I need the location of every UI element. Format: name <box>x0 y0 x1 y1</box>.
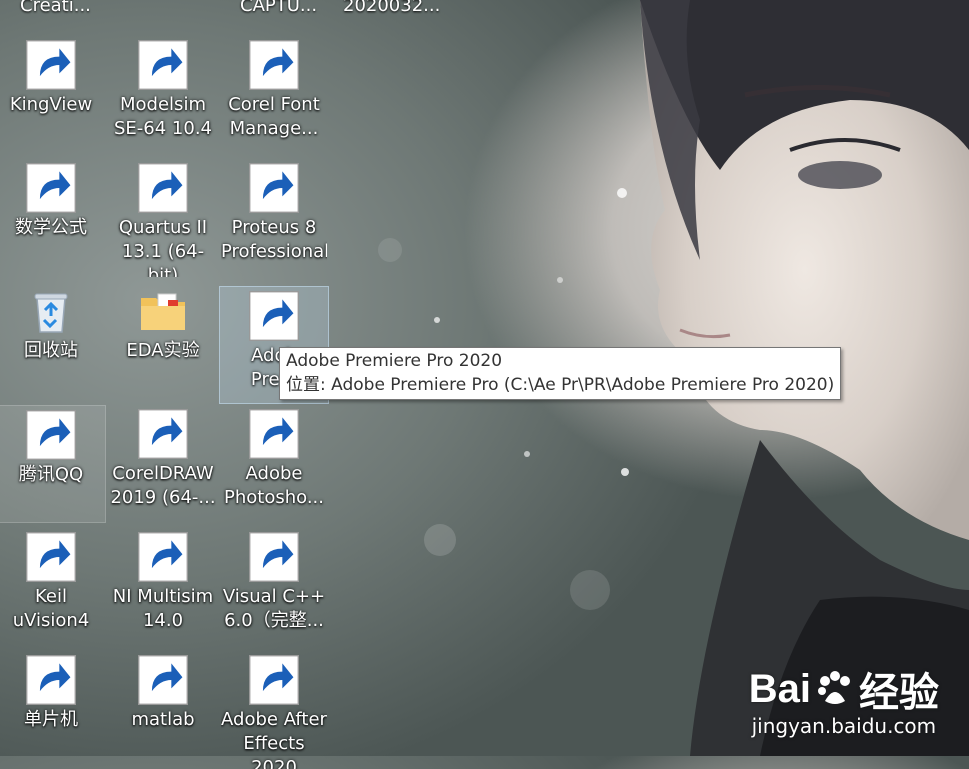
tooltip-location: 位置: Adobe Premiere Pro (C:\Ae Pr\PR\Adob… <box>286 375 835 395</box>
desktop-icon-proteus[interactable]: Proteus 8 Professional <box>219 159 329 277</box>
shortcut-arrow-icon <box>249 655 299 705</box>
shortcut-arrow-icon <box>26 655 76 705</box>
watermark-brand-prefix: Bai <box>748 666 811 711</box>
desktop-icon-photoshop[interactable]: Ps Adobe Photosho... <box>219 405 329 523</box>
desktop-icon-corel-font-manager[interactable]: A Corel Font Manage... <box>219 36 329 154</box>
folder-icon <box>138 286 188 336</box>
desktop-icon-label: CorelDRAW 2019 (64-... <box>110 463 216 508</box>
desktop-icon-math-formula[interactable]: Σ 数学公式 <box>0 159 106 277</box>
desktop-icon-label: matlab <box>131 709 195 730</box>
desktop-icon-label: 数学公式 <box>15 217 87 238</box>
paw-icon <box>818 671 850 704</box>
desktop-icon-label: KingView <box>9 94 93 115</box>
corel-font-manager-icon: A <box>249 40 299 90</box>
qq-penguin-icon <box>26 410 76 460</box>
shortcut-arrow-icon <box>26 163 76 213</box>
desktop-icon-mcu-folder[interactable]: 单片机 <box>0 651 106 769</box>
desktop-icon-qq[interactable]: 腾讯QQ <box>0 405 106 523</box>
desktop-icon-label: 回收站 <box>24 340 78 361</box>
premiere-pro-icon: Pr <box>249 291 299 341</box>
shortcut-arrow-icon <box>138 532 188 582</box>
keil-icon: μ4 <box>26 532 76 582</box>
shortcut-arrow-icon <box>249 40 299 90</box>
watermark-url: jingyan.baidu.com <box>751 714 937 738</box>
desktop-icon-matlab[interactable]: matlab <box>108 651 218 769</box>
desktop-icon-eda-folder[interactable]: EDA实验 <box>108 282 218 400</box>
photoshop-icon: Ps <box>249 409 299 459</box>
desktop-icon-label: Adobe After Effects 2020 <box>221 709 327 769</box>
sigma-icon: Σ <box>26 163 76 213</box>
desktop-icon-visual-cpp[interactable]: Visual C++ 6.0（完整... <box>219 528 329 646</box>
shortcut-arrow-icon <box>138 655 188 705</box>
desktop-icon-label: EDA实验 <box>126 340 200 361</box>
modelsim-icon: M <box>138 40 188 90</box>
desktop-icon-label: Keil uVision4 <box>12 586 90 631</box>
shortcut-arrow-icon <box>138 163 188 213</box>
kingview-icon: K <box>26 40 76 90</box>
desktop-icon-coreldraw[interactable]: CorelDRAW 2019 (64-... <box>108 405 218 523</box>
visual-cpp-icon <box>249 532 299 582</box>
shortcut-arrow-icon <box>26 532 76 582</box>
desktop-icon-modelsim[interactable]: M Modelsim SE-64 10.4 <box>108 36 218 154</box>
desktop-icon-recycle-bin[interactable]: 回收站 <box>0 282 106 400</box>
desktop-icon-label: 单片机 <box>24 709 78 730</box>
watermark-brand-suffix: 经验 <box>859 671 939 715</box>
icon-tooltip: Adobe Premiere Pro 2020 位置: Adobe Premie… <box>279 347 842 400</box>
tooltip-title: Adobe Premiere Pro 2020 <box>286 351 503 371</box>
desktop-icon-after-effects[interactable]: Ae Adobe After Effects 2020 <box>219 651 329 769</box>
shortcut-arrow-icon <box>138 40 188 90</box>
proteus-icon <box>249 163 299 213</box>
desktop-icon-label: Modelsim SE-64 10.4 <box>114 94 212 139</box>
quartus-icon: II <box>138 163 188 213</box>
shortcut-arrow-icon <box>249 291 299 341</box>
desktop-icon-multisim[interactable]: NI Multisim 14.0 <box>108 528 218 646</box>
folder-icon <box>26 655 76 705</box>
after-effects-icon: Ae <box>249 655 299 705</box>
desktop-icon-kingview[interactable]: K KingView <box>0 36 106 154</box>
desktop-icon-label: NI Multisim 14.0 <box>112 586 214 631</box>
desktop-icon-label: Corel Font Manage... <box>228 94 320 139</box>
desktop-icon-label: Visual C++ 6.0（完整... <box>222 586 326 631</box>
shortcut-arrow-icon <box>138 409 188 459</box>
shortcut-arrow-icon <box>26 410 76 460</box>
desktop-icon-label: Proteus 8 Professional <box>221 217 327 262</box>
desktop-icon-label: Quartus II 13.1 (64-bit) <box>118 217 208 277</box>
desktop-icon-label: Adobe Photosho... <box>224 463 324 508</box>
desktop-icon-quartus[interactable]: II Quartus II 13.1 (64-bit) <box>108 159 218 277</box>
desktop-icon-keil[interactable]: μ4 Keil uVision4 <box>0 528 106 646</box>
shortcut-arrow-icon <box>249 532 299 582</box>
baidu-jingyan-watermark: Bai 经验 jingyan.baidu.com <box>749 660 939 739</box>
shortcut-arrow-icon <box>249 409 299 459</box>
shortcut-arrow-icon <box>249 163 299 213</box>
recycle-bin-icon <box>26 286 76 336</box>
multisim-icon <box>138 532 188 582</box>
shortcut-arrow-icon <box>26 40 76 90</box>
matlab-icon <box>138 655 188 705</box>
desktop-icon-label: 腾讯QQ <box>18 464 84 485</box>
watermark-logo: Bai 经验 <box>749 660 939 718</box>
coreldraw-icon <box>138 409 188 459</box>
